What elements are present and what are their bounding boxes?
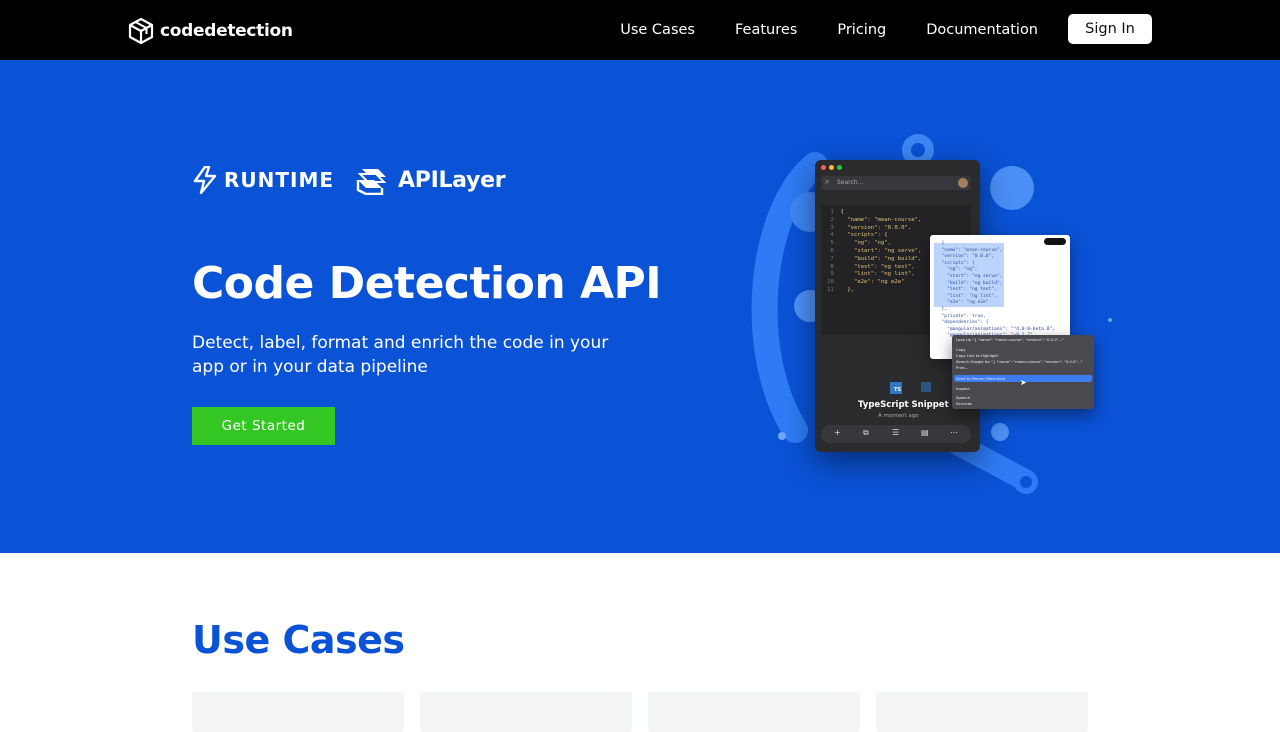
code-text: "name": "mean-course", <box>840 216 922 223</box>
context-menu: Look Up "{ "name": "mean-course", "versi… <box>952 335 1094 409</box>
code-text: "version": "0.0.0", <box>840 224 912 231</box>
use-case-card[interactable] <box>876 692 1088 732</box>
typescript-icon-secondary <box>921 382 931 392</box>
snippet-label: TypeScript Snippet <box>858 400 949 410</box>
use-cases-title: Use Cases <box>192 618 405 662</box>
cube-logo-icon <box>128 17 154 45</box>
code-text: "start": "ng serve", <box>840 247 922 254</box>
use-case-card[interactable] <box>648 692 860 732</box>
hero-subtitle: Detect, label, format and enrich the cod… <box>192 333 609 377</box>
more-icon[interactable]: ⋯ <box>950 428 958 437</box>
code-text: "lint": "ng lint", <box>840 271 915 278</box>
snippet-time: A moment ago <box>878 413 919 419</box>
snippet-toolbar: + ⧉ ☰ ▤ ⋯ <box>821 425 971 443</box>
typescript-icon: TS <box>890 382 902 394</box>
hero-illustration: ⌕ Search... 1 { 2 "name": "mean-course",… <box>740 130 1140 500</box>
avatar <box>958 178 968 188</box>
code-line: 2 "name": "mean-course", <box>827 217 965 225</box>
top-navbar: codedetection Use Cases Features Pricing… <box>0 0 1280 60</box>
code-text: "test": "ng test", <box>840 263 915 270</box>
note-icon[interactable]: ▤ <box>921 428 929 437</box>
use-case-card[interactable] <box>192 692 404 732</box>
nav-links: Use Cases Features Pricing Documentation <box>620 0 1038 60</box>
document-code-lines: { "name": "mean-course", "version": "0.0… <box>936 241 1055 340</box>
use-case-card[interactable] <box>420 692 632 732</box>
brand-name: codedetection <box>160 21 293 41</box>
apilayer-logo: APILayer <box>356 165 506 195</box>
add-icon[interactable]: + <box>834 428 841 437</box>
code-text: "e2e": "ng e2e" <box>840 279 905 286</box>
menu-item-inspect[interactable]: Inspect <box>956 385 970 392</box>
nav-link-documentation[interactable]: Documentation <box>926 22 1038 38</box>
code-line: 1 { <box>827 209 965 217</box>
runtime-logo: RUNTIME <box>192 166 334 194</box>
line-number: 6 <box>827 247 841 254</box>
document-code-line: "e2e": "ng e2e" <box>936 300 989 306</box>
code-line: 3 "version": "0.0.0", <box>827 225 965 233</box>
menu-item-search-google[interactable]: Search Google for "{ "name": "mean-cours… <box>956 358 1083 365</box>
line-number: 11 <box>827 286 841 293</box>
menu-item-send-to-pieces[interactable]: Send to Pieces (Selection) <box>956 375 1005 382</box>
sliders-icon[interactable]: ☰ <box>892 428 899 437</box>
lightning-bolt-icon <box>193 166 217 194</box>
runtime-name: RUNTIME <box>224 168 335 192</box>
get-started-button[interactable]: Get Started <box>192 407 335 445</box>
line-number: 4 <box>827 232 841 239</box>
document-code-line: { <box>936 241 945 246</box>
menu-item-look-up[interactable]: Look Up "{ "name": "mean-course", "versi… <box>956 336 1064 343</box>
document-code-line: "test": "ng test", <box>936 287 997 293</box>
line-number: 2 <box>827 216 841 223</box>
line-number: 5 <box>827 240 841 247</box>
nav-link-pricing[interactable]: Pricing <box>837 22 886 38</box>
search-placeholder: Search... <box>837 179 864 186</box>
code-text: "build": "ng build", <box>840 255 922 262</box>
nav-link-features[interactable]: Features <box>735 22 797 38</box>
brand-logo[interactable]: codedetection <box>128 17 293 45</box>
window-controls <box>821 165 842 170</box>
document-code-line: "version": "0.0.0", <box>936 254 995 260</box>
code-text: "ng": "ng", <box>840 240 892 247</box>
document-code-line: "dependencies": { <box>936 320 989 326</box>
sign-in-button[interactable]: Sign In <box>1068 14 1152 44</box>
line-number: 8 <box>827 263 841 270</box>
line-number: 7 <box>827 255 841 262</box>
line-number: 1 <box>827 209 841 215</box>
line-number: 10 <box>827 279 841 286</box>
code-text: { <box>840 209 844 215</box>
line-number: 3 <box>827 224 841 231</box>
nav-link-use-cases[interactable]: Use Cases <box>620 22 695 38</box>
menu-item-print[interactable]: Print... <box>956 364 968 371</box>
search-icon: ⌕ <box>825 177 830 186</box>
code-text: }, <box>840 286 854 293</box>
hero-title: Code Detection API <box>192 258 662 309</box>
document-code-line: "ng": "ng", <box>936 267 978 273</box>
menu-item-services[interactable]: Services <box>956 400 972 407</box>
document-code-line: }, <box>936 306 948 312</box>
hero-section: RUNTIME APILayer Code Detection API Dete… <box>0 60 1280 553</box>
line-number: 9 <box>827 271 841 278</box>
apilayer-name: APILayer <box>398 167 506 193</box>
layers-icon <box>356 169 387 195</box>
partner-logos: RUNTIME APILayer <box>192 165 506 195</box>
search-bar[interactable]: ⌕ Search... <box>821 176 971 190</box>
copy-icon[interactable]: ⧉ <box>863 428 869 438</box>
cursor-icon: ➤ <box>1020 378 1027 387</box>
code-text: "scripts": { <box>840 232 888 239</box>
document-code-line: "start": "ng serve", <box>936 273 1003 279</box>
